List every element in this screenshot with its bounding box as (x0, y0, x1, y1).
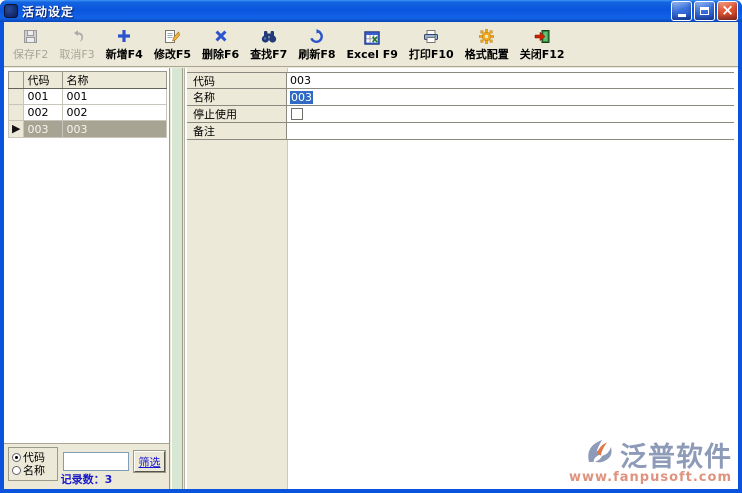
detail-form-panel: 代码 003 名称 003 停止使用 (184, 68, 738, 489)
code-field[interactable]: 003 (287, 73, 734, 88)
panel-splitter[interactable] (171, 68, 183, 489)
minimize-button[interactable] (671, 1, 692, 21)
table-row[interactable]: 002 002 (9, 105, 167, 121)
form-row-name: 名称 003 (187, 89, 734, 106)
undo-icon (69, 27, 85, 45)
printer-icon (423, 27, 439, 45)
format-config-button[interactable]: 格式配置 (461, 25, 513, 63)
column-header-code[interactable]: 代码 (24, 72, 63, 89)
close-button[interactable]: × (717, 1, 738, 21)
record-count-label: 记录数：3 (4, 471, 169, 487)
records-grid: 代码 名称 001 001 002 002 ▶ (8, 71, 167, 138)
record-list-panel: 代码 名称 001 001 002 002 ▶ (4, 68, 170, 489)
title-bar: 活动设定 × (0, 0, 742, 22)
field-label-stop-use: 停止使用 (187, 106, 287, 122)
window-icon (4, 4, 18, 18)
find-button[interactable]: 查找F7 (246, 25, 291, 63)
delete-button[interactable]: 删除F6 (198, 25, 243, 63)
row-selector (9, 89, 24, 105)
modify-button[interactable]: 修改F5 (150, 25, 195, 63)
cell-name[interactable]: 003 (63, 121, 167, 138)
name-field[interactable]: 003 (287, 89, 734, 105)
filter-input[interactable] (63, 452, 129, 471)
maximize-button[interactable] (694, 1, 715, 21)
filter-button[interactable]: 筛选 (134, 451, 165, 472)
table-row-selected[interactable]: ▶ 003 003 (9, 121, 167, 138)
refresh-button[interactable]: 刷新F8 (294, 25, 339, 63)
vendor-logo-text: 泛普软件 (620, 444, 732, 471)
form-row-code: 代码 003 (187, 72, 734, 89)
save-icon (23, 27, 38, 45)
radio-code-icon[interactable] (12, 453, 21, 462)
excel-icon (364, 29, 380, 47)
detail-form: 代码 003 名称 003 停止使用 (187, 72, 734, 140)
print-button[interactable]: 打印F10 (405, 25, 458, 63)
field-label-remarks: 备注 (187, 123, 287, 139)
remarks-field[interactable] (287, 123, 734, 139)
cell-code[interactable]: 002 (24, 105, 63, 121)
form-row-remarks: 备注 (187, 123, 734, 140)
field-label-code: 代码 (187, 73, 287, 88)
grid-header-row: 代码 名称 (9, 72, 167, 89)
radio-option-code[interactable]: 代码 (12, 451, 57, 464)
stop-use-field (287, 106, 734, 122)
window-content: 保存F2 取消F3 新增F4 修改F5 (4, 22, 738, 489)
cancel-button[interactable]: 取消F3 (55, 25, 98, 63)
app-window: 活动设定 × 保存F2 取消F3 新增 (0, 0, 742, 493)
field-label-name: 名称 (187, 89, 287, 105)
maximize-icon (700, 7, 709, 15)
refresh-icon (309, 27, 324, 45)
cell-code[interactable]: 001 (24, 89, 63, 105)
column-header-name[interactable]: 名称 (63, 72, 167, 89)
delete-icon (214, 27, 228, 45)
close-form-button[interactable]: 关闭F12 (516, 25, 569, 63)
gear-icon (479, 27, 494, 45)
form-row-stop-use: 停止使用 (187, 106, 734, 123)
row-selector-current: ▶ (9, 121, 24, 138)
vendor-logo-icon (585, 438, 617, 471)
cell-name[interactable]: 002 (63, 105, 167, 121)
table-row[interactable]: 001 001 (9, 89, 167, 105)
excel-button[interactable]: Excel F9 (343, 27, 402, 62)
code-value: 003 (290, 74, 311, 87)
row-selector (9, 105, 24, 121)
add-icon (117, 27, 131, 45)
filter-bar: 代码 名称 筛选 记录数：3 (4, 443, 169, 489)
close-icon: × (721, 3, 734, 18)
add-button[interactable]: 新增F4 (102, 25, 147, 63)
minimize-icon (678, 14, 686, 17)
main-area: 代码 名称 001 001 002 002 ▶ (4, 68, 738, 489)
window-title: 活动设定 (22, 3, 669, 20)
binoculars-icon (260, 27, 278, 45)
stop-use-checkbox[interactable] (291, 108, 303, 120)
save-button[interactable]: 保存F2 (9, 25, 52, 63)
cell-code[interactable]: 003 (24, 121, 63, 138)
exit-door-icon (534, 27, 551, 45)
cell-name[interactable]: 001 (63, 89, 167, 105)
vendor-watermark: 泛普软件 www.fanpusoft.com (569, 438, 732, 485)
toolbar: 保存F2 取消F3 新增F4 修改F5 (4, 22, 738, 67)
name-value-selected: 003 (290, 91, 313, 104)
edit-icon (164, 27, 180, 45)
row-selector-header (9, 72, 24, 89)
vendor-url: www.fanpusoft.com (569, 471, 732, 485)
